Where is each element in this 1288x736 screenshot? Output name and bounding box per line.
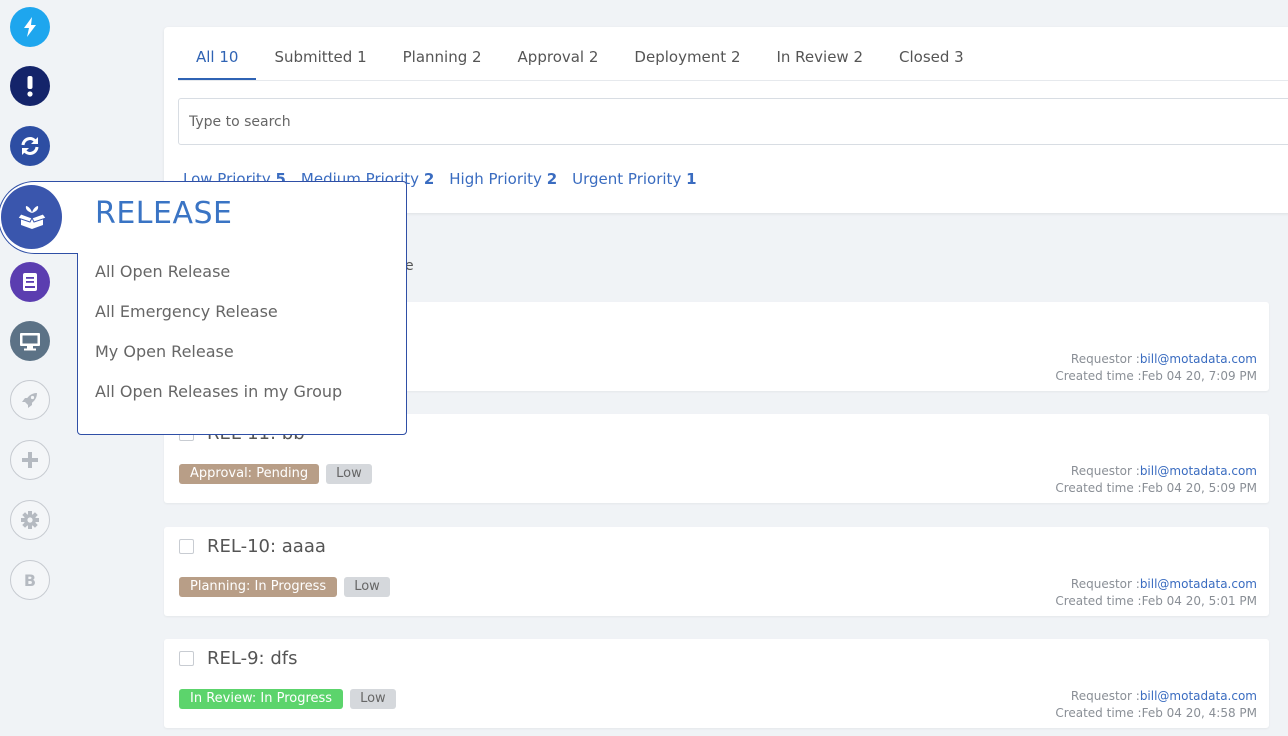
menu-item-all-open-release[interactable]: All Open Release: [95, 262, 230, 281]
status-badge: Approval: Pending: [179, 464, 320, 484]
card-meta: Requestor :bill@motadata.com Created tim…: [1055, 688, 1257, 722]
row-checkbox[interactable]: [179, 651, 194, 666]
priority-badge: Low: [350, 689, 396, 709]
created-time: Feb 04 20, 5:09 PM: [1141, 481, 1257, 495]
gear-icon[interactable]: [10, 500, 50, 540]
requestor-email[interactable]: bill@motadata.com: [1140, 689, 1257, 703]
card-tags: Planning: In Progress Low: [179, 577, 397, 597]
release-menu-tab-join: [77, 182, 80, 253]
created-label: Created time :: [1055, 594, 1142, 608]
created-label: Created time :: [1055, 369, 1142, 383]
rocket-icon[interactable]: [10, 380, 50, 420]
card-tags: In Review: In Progress Low: [179, 689, 403, 709]
requestor-email[interactable]: bill@motadata.com: [1140, 352, 1257, 366]
menu-item-open-releases-my-group[interactable]: All Open Releases in my Group: [95, 382, 342, 401]
card-title[interactable]: REL-9: dfs: [207, 648, 297, 669]
priority-filter-count: 2: [423, 170, 435, 188]
tab-approval[interactable]: Approval 2: [500, 27, 617, 80]
release-box-icon[interactable]: [1, 185, 62, 249]
priority-filter-urgent[interactable]: Urgent Priority 1: [572, 170, 696, 188]
requestor-label: Requestor :: [1070, 577, 1140, 591]
status-badge: In Review: In Progress: [179, 689, 344, 709]
priority-badge: Low: [326, 464, 372, 484]
tab-all[interactable]: All 10: [178, 27, 257, 80]
priority-filter-label: Urgent Priority: [572, 170, 682, 188]
menu-item-my-open-release[interactable]: My Open Release: [95, 342, 234, 361]
status-tabs: All 10 Submitted 1 Planning 2 Approval 2…: [178, 27, 1288, 81]
card-meta: Requestor :bill@motadata.com Created tim…: [1055, 463, 1257, 497]
requestor-email[interactable]: bill@motadata.com: [1140, 577, 1257, 591]
requestor-label: Requestor :: [1070, 352, 1140, 366]
priority-filter-label: High Priority: [449, 170, 542, 188]
refresh-icon[interactable]: [10, 126, 50, 166]
plus-icon[interactable]: [10, 440, 50, 480]
created-time: Feb 04 20, 4:58 PM: [1141, 706, 1257, 720]
priority-filter-count: 2: [546, 170, 558, 188]
tab-submitted[interactable]: Submitted 1: [256, 27, 384, 80]
requestor-email[interactable]: bill@motadata.com: [1140, 464, 1257, 478]
exclamation-icon[interactable]: [10, 66, 50, 106]
created-label: Created time :: [1055, 481, 1142, 495]
release-card[interactable]: REL-9: dfs In Review: In Progress Low Re…: [164, 639, 1269, 728]
created-label: Created time :: [1055, 706, 1142, 720]
b-icon-label: B: [23, 570, 37, 590]
monitor-icon[interactable]: [10, 321, 50, 361]
requestor-label: Requestor :: [1070, 689, 1140, 703]
priority-badge: Low: [344, 577, 390, 597]
created-time: Feb 04 20, 5:01 PM: [1141, 594, 1257, 608]
tab-closed[interactable]: Closed 3: [881, 27, 982, 80]
requestor-label: Requestor :: [1070, 464, 1140, 478]
search-input[interactable]: [178, 98, 1288, 145]
tab-deployment[interactable]: Deployment 2: [616, 27, 758, 80]
priority-filter-count: 1: [686, 170, 697, 188]
created-time: Feb 04 20, 7:09 PM: [1141, 369, 1257, 383]
card-meta: Requestor :bill@motadata.com Created tim…: [1055, 576, 1257, 610]
tab-in-review[interactable]: In Review 2: [758, 27, 881, 80]
card-tags: Approval: Pending Low: [179, 464, 379, 484]
release-menu-title: RELEASE: [95, 196, 233, 231]
menu-item-all-emergency-release[interactable]: All Emergency Release: [95, 302, 278, 321]
b-icon[interactable]: B: [10, 560, 50, 600]
card-title[interactable]: REL-10: aaaa: [207, 536, 326, 557]
book-icon[interactable]: [10, 262, 50, 302]
tab-planning[interactable]: Planning 2: [385, 27, 500, 80]
lightning-icon[interactable]: [10, 7, 50, 47]
priority-filter-high[interactable]: High Priority 2: [449, 170, 557, 188]
release-card[interactable]: REL-10: aaaa Planning: In Progress Low R…: [164, 527, 1269, 616]
status-badge: Planning: In Progress: [179, 577, 338, 597]
row-checkbox[interactable]: [179, 539, 194, 554]
card-meta: Requestor :bill@motadata.com Created tim…: [1055, 351, 1257, 385]
